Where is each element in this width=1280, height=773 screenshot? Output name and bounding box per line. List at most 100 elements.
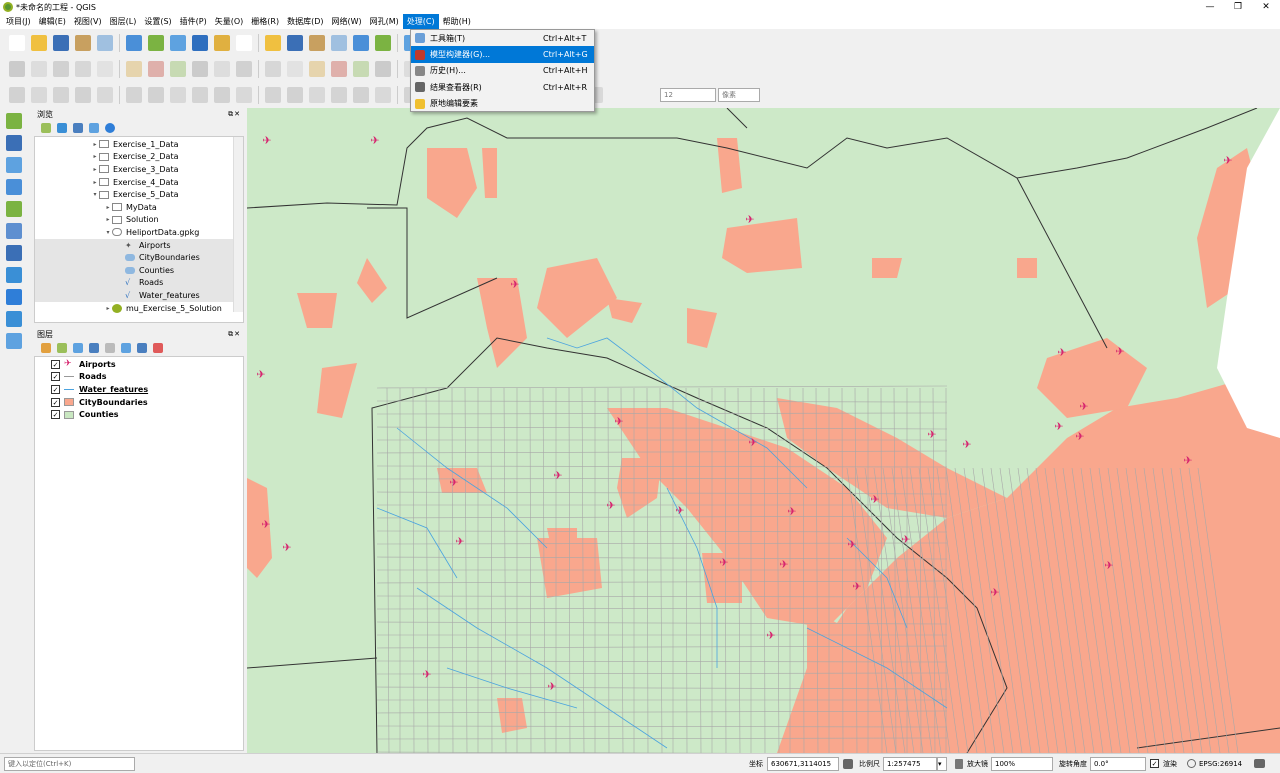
row2-tool-icon-6[interactable] (148, 60, 164, 77)
expand-arrow-icon[interactable]: ▸ (91, 141, 99, 148)
expand-arrow-icon[interactable]: ▸ (91, 153, 99, 160)
menu-item-11[interactable]: 处理(C) (402, 14, 439, 29)
row3-tool-icon-0[interactable] (9, 86, 25, 103)
layer-visibility-checkbox[interactable]: ✓ (51, 384, 60, 394)
browser-item[interactable]: CityBoundaries (35, 251, 243, 264)
snap-unit-select[interactable]: 像素 (718, 87, 760, 102)
processing-menu-item-0[interactable]: 工具箱(T) Ctrl+Alt+T (411, 30, 594, 46)
magnifier-field[interactable]: 100% (991, 756, 1053, 771)
menu-item-8[interactable]: 数据库(D) (283, 14, 327, 29)
coordinate-field[interactable]: 630671,3114015 (767, 756, 839, 771)
row1-tool-icon-6[interactable] (148, 34, 164, 51)
row1-tool-icon-7[interactable] (170, 34, 186, 51)
close-button[interactable]: ✕ (1252, 0, 1280, 14)
add-layer-tool-icon-6[interactable] (6, 245, 22, 261)
layer-visibility-checkbox[interactable]: ✓ (51, 397, 60, 407)
row3-tool-icon-9[interactable] (214, 86, 230, 103)
browser-scrollbar[interactable] (233, 137, 243, 312)
filter-expression-icon[interactable] (105, 343, 115, 353)
row3-tool-icon-3[interactable] (75, 86, 91, 103)
expand-arrow-icon[interactable]: ▾ (104, 229, 112, 236)
filter-legend-icon[interactable] (89, 343, 99, 353)
row1-tool-icon-1[interactable] (31, 34, 47, 51)
map-svg[interactable]: ✈ ✈ ✈ ✈ ✈ ✈ ✈ ✈ ✈ ✈ ✈ ✈ ✈ ✈ ✈ ✈ ✈ ✈ ✈ ✈ ✈ ✈ ✈ ✈ ✈ ✈ ✈ ✈ ✈ ✈ ✈ ✈ ✈ ✈ ✈ (247, 108, 1280, 753)
layer-visibility-checkbox[interactable]: ✓ (51, 359, 60, 369)
processing-menu-item-2[interactable]: 历史(H)... Ctrl+Alt+H (411, 63, 594, 79)
add-layer-tool-icon-4[interactable] (6, 201, 22, 217)
add-layer-tool-icon-7[interactable] (6, 267, 22, 283)
processing-menu-item-4[interactable]: 原地编辑要素 (411, 96, 594, 112)
panel-close-icon[interactable]: ⧉✕ (228, 330, 241, 339)
browser-item[interactable]: ▸ Solution (35, 214, 243, 227)
row3-tool-icon-15[interactable] (353, 86, 369, 103)
refresh-icon[interactable] (57, 123, 67, 133)
row2-tool-icon-2[interactable] (53, 60, 69, 77)
layer-item[interactable]: ✓ Counties (35, 408, 243, 421)
row2-tool-icon-3[interactable] (75, 60, 91, 77)
info-icon[interactable] (105, 123, 115, 133)
add-layer-tool-icon-1[interactable] (6, 135, 22, 151)
filter-icon[interactable] (73, 123, 83, 133)
lock-icon[interactable] (955, 758, 963, 769)
row3-tool-icon-14[interactable] (331, 86, 347, 103)
row3-tool-icon-4[interactable] (97, 86, 113, 103)
style-icon[interactable] (41, 343, 51, 353)
menu-item-12[interactable]: 帮助(H) (439, 14, 475, 29)
menu-item-4[interactable]: 设置(S) (140, 14, 175, 29)
menu-item-10[interactable]: 网孔(M) (366, 14, 403, 29)
row3-tool-icon-12[interactable] (287, 86, 303, 103)
menu-item-0[interactable]: 项目(J) (2, 14, 35, 29)
add-layer-tool-icon-8[interactable] (6, 289, 22, 305)
scale-dropdown-icon[interactable]: ▾ (937, 756, 947, 771)
row1-tool-icon-13[interactable] (309, 34, 325, 51)
render-checkbox[interactable]: ✓ (1150, 759, 1159, 768)
row3-tool-icon-13[interactable] (309, 86, 325, 103)
row2-tool-icon-1[interactable] (31, 60, 47, 77)
remove-layer-icon[interactable] (153, 343, 163, 353)
collapse-all-icon[interactable] (137, 343, 147, 353)
menu-item-9[interactable]: 网络(W) (328, 14, 366, 29)
browser-item[interactable]: ▸ mu_Exercise_5_Solution (35, 302, 243, 315)
expand-arrow-icon[interactable]: ▸ (91, 179, 99, 186)
rotation-field[interactable]: 0.0° (1090, 756, 1146, 771)
row1-tool-icon-11[interactable] (265, 34, 281, 51)
row1-tool-icon-9[interactable] (214, 34, 230, 51)
layer-item[interactable]: ✓ Roads (35, 371, 243, 384)
row1-tool-icon-15[interactable] (353, 34, 369, 51)
row3-tool-icon-8[interactable] (192, 86, 208, 103)
menu-item-6[interactable]: 矢量(O) (211, 14, 248, 29)
browser-item[interactable]: ✦ Airports (35, 238, 243, 252)
row3-tool-icon-16[interactable] (375, 86, 391, 103)
browser-item[interactable]: ▸ Exercise_4_Data (35, 176, 243, 189)
expand-arrow-icon[interactable]: ▸ (91, 166, 99, 173)
menu-item-1[interactable]: 编辑(E) (35, 14, 70, 29)
minimize-button[interactable]: — (1196, 0, 1224, 14)
row1-tool-icon-3[interactable] (75, 34, 91, 51)
row2-tool-icon-16[interactable] (375, 60, 391, 77)
browser-item[interactable]: √ Roads (35, 276, 243, 290)
row2-tool-icon-12[interactable] (287, 60, 303, 77)
row3-tool-icon-10[interactable] (236, 86, 252, 103)
row3-tool-icon-2[interactable] (53, 86, 69, 103)
row1-tool-icon-2[interactable] (53, 34, 69, 51)
browser-item[interactable]: ▸ Exercise_2_Data (35, 151, 243, 164)
row2-tool-icon-13[interactable] (309, 60, 325, 77)
collapse-all-icon[interactable] (89, 123, 99, 133)
browser-item[interactable]: √ Water_features (35, 289, 243, 302)
row2-tool-icon-10[interactable] (236, 60, 252, 77)
browser-item[interactable]: ▸ MyData (35, 201, 243, 214)
layer-visibility-checkbox[interactable]: ✓ (51, 372, 60, 382)
add-group-icon[interactable] (57, 343, 67, 353)
row2-tool-icon-14[interactable] (331, 60, 347, 77)
expand-all-icon[interactable] (121, 343, 131, 353)
panel-close-icon[interactable]: ⧉✕ (228, 110, 241, 119)
restore-button[interactable]: ❐ (1224, 0, 1252, 14)
row3-tool-icon-5[interactable] (126, 86, 142, 103)
row1-tool-icon-10[interactable] (236, 34, 252, 51)
expand-arrow-icon[interactable]: ▸ (104, 216, 112, 223)
row2-tool-icon-0[interactable] (9, 60, 25, 77)
processing-menu-item-3[interactable]: 结果查看器(R) Ctrl+Alt+R (411, 79, 594, 95)
browser-item[interactable]: Counties (35, 263, 243, 277)
layer-visibility-checkbox[interactable]: ✓ (51, 410, 60, 420)
add-layer-icon[interactable] (41, 123, 51, 133)
